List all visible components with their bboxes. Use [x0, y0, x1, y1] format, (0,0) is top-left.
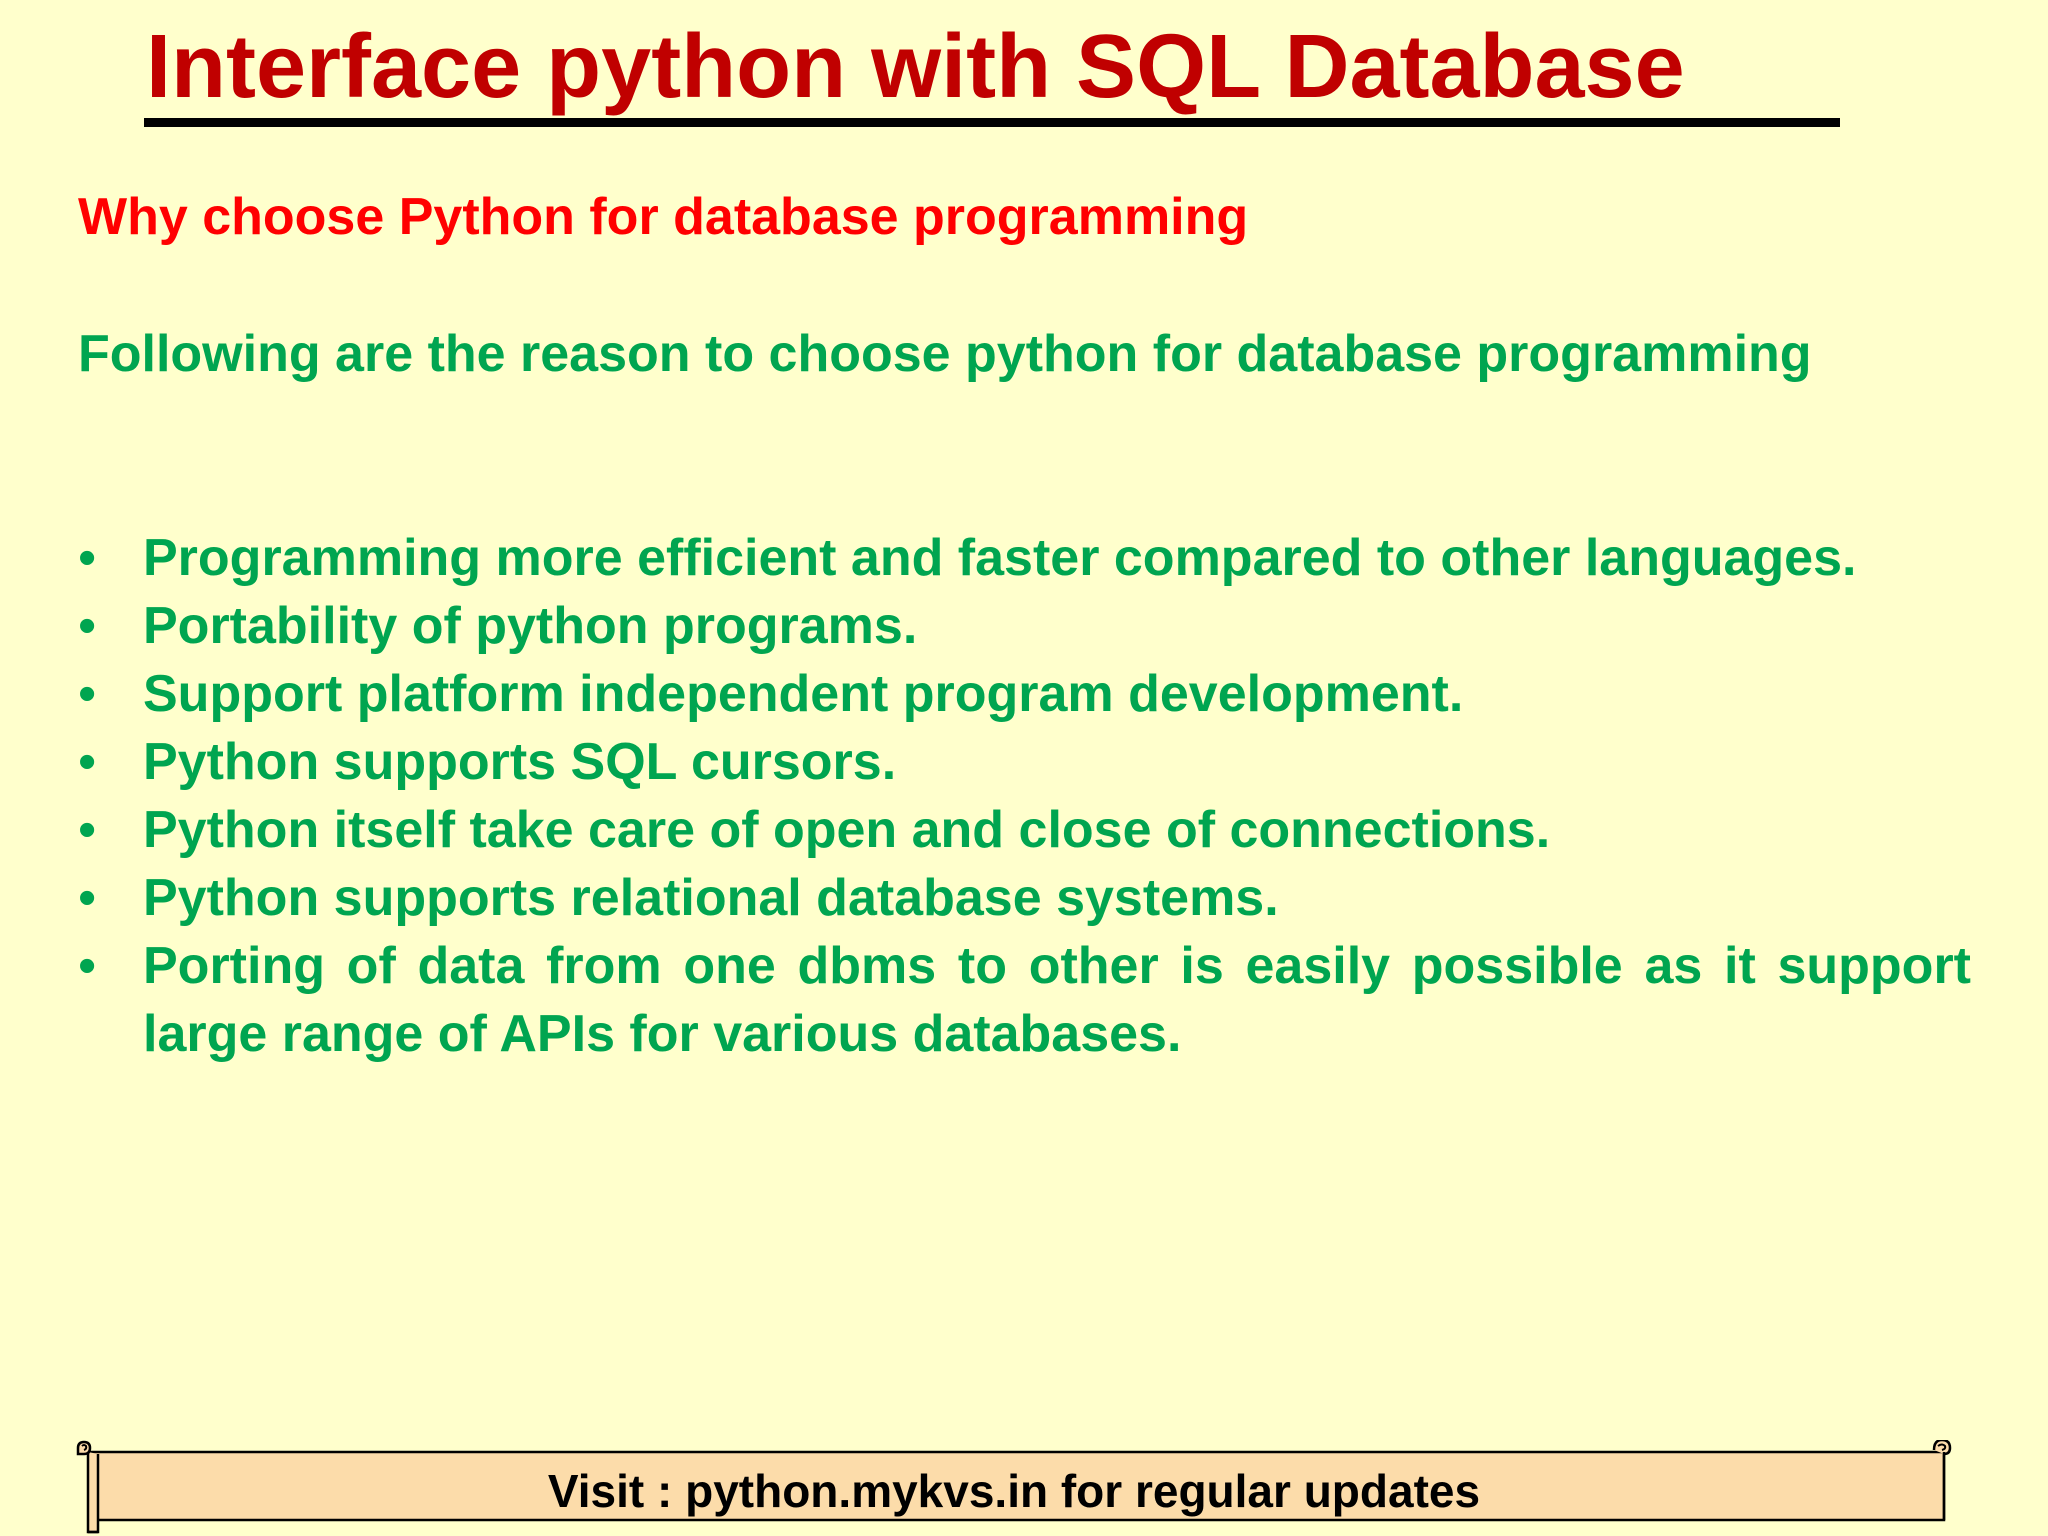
reason-text: Python supports SQL cursors.	[143, 733, 897, 791]
list-item: • Programming more efficient and faster c…	[78, 524, 1971, 592]
reason-text: Python supports relational database syst…	[143, 869, 1279, 927]
title-underline	[144, 118, 1840, 127]
reason-text: Programming more efficient and faster co…	[143, 529, 1857, 587]
bullet-icon: •	[78, 869, 97, 927]
list-item: • Porting of data from one dbms to other …	[78, 932, 1971, 1068]
reason-text: Python itself take care of open and clos…	[143, 801, 1551, 859]
intro-paragraph: Following are the reason to choose pytho…	[78, 325, 1812, 383]
bullet-icon: •	[78, 597, 97, 655]
reasons-list: • Programming more efficient and faster c…	[78, 524, 1971, 1068]
bullet-icon: •	[78, 801, 97, 859]
section-heading: Why choose Python for database programmi…	[78, 188, 1249, 246]
reason-text: Porting of data from one dbms to other i…	[143, 937, 1971, 1063]
slide-title: Interface python with SQL Database	[146, 17, 1685, 117]
bullet-icon: •	[78, 529, 97, 587]
list-item: • Portability of python programs.	[78, 592, 1971, 660]
bullet-icon: •	[78, 937, 97, 995]
bullet-icon: •	[78, 665, 97, 723]
list-item: • Support platform independent program de…	[78, 660, 1971, 728]
bullet-icon: •	[78, 733, 97, 791]
footer-banner: Visit : python.mykvs.in for regular upda…	[74, 1440, 1954, 1534]
reason-text: Support platform independent program dev…	[143, 665, 1464, 723]
list-item: • Python supports SQL cursors.	[78, 728, 1971, 796]
footer-text: Visit : python.mykvs.in for regular upda…	[547, 1465, 1481, 1517]
list-item: • Python itself take care of open and clo…	[78, 796, 1971, 864]
list-item: • Python supports relational database sys…	[78, 864, 1971, 932]
reason-text: Portability of python programs.	[143, 597, 918, 655]
